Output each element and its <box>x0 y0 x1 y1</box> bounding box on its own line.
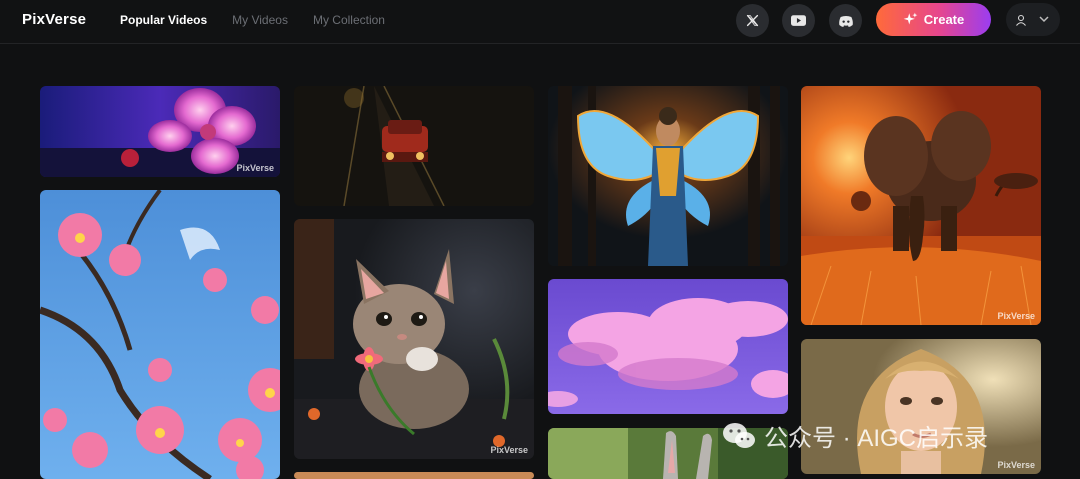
pink-blossoms-sky-thumbnail <box>40 190 280 479</box>
red-car-thumbnail <box>294 86 534 206</box>
video-card[interactable] <box>294 86 534 206</box>
wechat-account-text: 公众号 · AIGC启示录 <box>764 425 989 452</box>
youtube-button[interactable] <box>782 4 815 37</box>
discord-icon <box>838 15 853 27</box>
top-navigation-bar: PixVerse Popular Videos My Videos My Col… <box>0 0 1080 44</box>
elephant-sunset-thumbnail <box>801 86 1041 325</box>
x-twitter-icon <box>746 14 759 27</box>
nav-popular-videos[interactable]: Popular Videos <box>120 13 207 27</box>
wechat-account-watermark: 公众号 · AIGC启示录 <box>722 418 988 453</box>
video-card[interactable] <box>548 86 788 266</box>
create-button-label: Create <box>923 12 965 27</box>
pixverse-watermark: PixVerse <box>997 460 1035 470</box>
video-card[interactable]: PixVerse <box>801 339 1041 474</box>
pink-clouds-thumbnail <box>548 279 788 414</box>
nav-my-videos[interactable]: My Videos <box>232 13 288 27</box>
create-button[interactable]: Create <box>876 3 991 36</box>
x-twitter-button[interactable] <box>736 4 769 37</box>
video-card[interactable] <box>40 190 280 479</box>
chevron-down-icon <box>1039 16 1049 23</box>
kitten-flower-thumbnail <box>294 219 534 459</box>
youtube-icon <box>791 15 806 26</box>
pixverse-watermark: PixVerse <box>236 163 274 173</box>
pixverse-watermark: PixVerse <box>490 445 528 455</box>
video-card[interactable]: PixVerse <box>294 219 534 459</box>
video-card[interactable]: PixVerse <box>801 86 1041 325</box>
video-card[interactable] <box>294 472 534 479</box>
discord-button[interactable] <box>829 4 862 37</box>
video-card[interactable]: PixVerse <box>40 86 280 177</box>
nav-my-collection[interactable]: My Collection <box>313 13 385 27</box>
pixverse-watermark: PixVerse <box>997 311 1035 321</box>
butterfly-fairy-thumbnail <box>548 86 788 266</box>
woman-portrait-thumbnail <box>801 339 1041 474</box>
user-menu-button[interactable] <box>1006 3 1060 36</box>
sparkle-icon <box>903 12 918 25</box>
pixverse-logo[interactable]: PixVerse <box>22 11 86 28</box>
main-nav: Popular Videos My Videos My Collection <box>120 13 385 27</box>
partial-card-thumbnail <box>294 472 534 479</box>
video-card[interactable] <box>548 279 788 414</box>
wechat-icon <box>723 422 755 448</box>
user-icon <box>1016 14 1026 26</box>
